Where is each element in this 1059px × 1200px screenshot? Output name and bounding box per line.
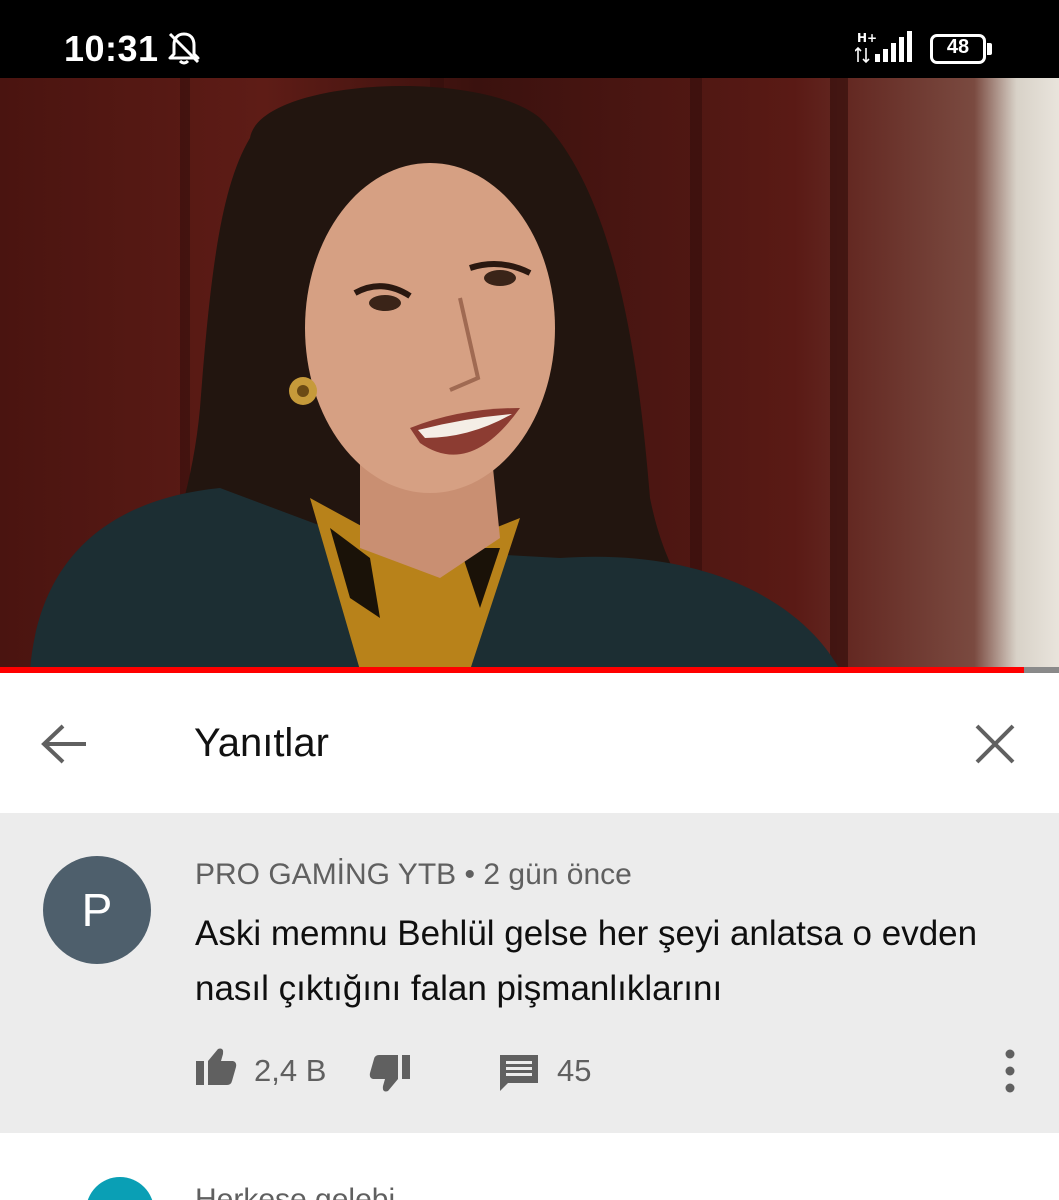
reply-count: 45 <box>557 1053 592 1088</box>
network-type: H+ <box>857 31 877 45</box>
more-vertical-icon[interactable] <box>996 1049 1024 1093</box>
comment-card: P PRO GAMİNG YTB • 2 gün önce Aski memnu… <box>0 813 1059 1133</box>
battery-level: 48 <box>946 36 970 58</box>
status-bar: 10:31 H+ 48 <box>0 0 1059 78</box>
avatar[interactable]: P <box>43 856 151 964</box>
bell-off-icon <box>168 32 200 65</box>
arrow-left-icon[interactable] <box>40 723 90 765</box>
comment-time: 2 gün önce <box>483 858 632 891</box>
replies-title: Yanıtlar <box>194 721 329 765</box>
comment-author[interactable]: PRO GAMİNG YTB <box>195 858 456 891</box>
signal-icon: H+ <box>855 31 912 64</box>
like-count: 2,4 B <box>254 1053 327 1088</box>
avatar[interactable] <box>86 1177 154 1200</box>
battery-icon: 48 <box>930 34 992 64</box>
video-frame <box>30 78 848 670</box>
close-icon[interactable] <box>972 721 1018 767</box>
comment-icon[interactable] <box>498 1053 540 1093</box>
status-time: 10:31 <box>64 28 159 69</box>
video-player[interactable] <box>0 78 1059 670</box>
next-comment: Herkese gelebi ... <box>0 1133 1059 1200</box>
comment-meta: PRO GAMİNG YTB • 2 gün önce <box>195 858 632 892</box>
comment-meta: Herkese gelebi ... <box>195 1183 429 1200</box>
thumb-up-icon[interactable] <box>194 1045 238 1087</box>
meta-separator: • <box>464 858 476 891</box>
replies-header: Yanıtlar <box>0 673 1059 813</box>
thumb-down-icon[interactable] <box>368 1053 412 1095</box>
comment-text: Aski memnu Behlül gelse her şeyi anlatsa… <box>195 914 978 1008</box>
